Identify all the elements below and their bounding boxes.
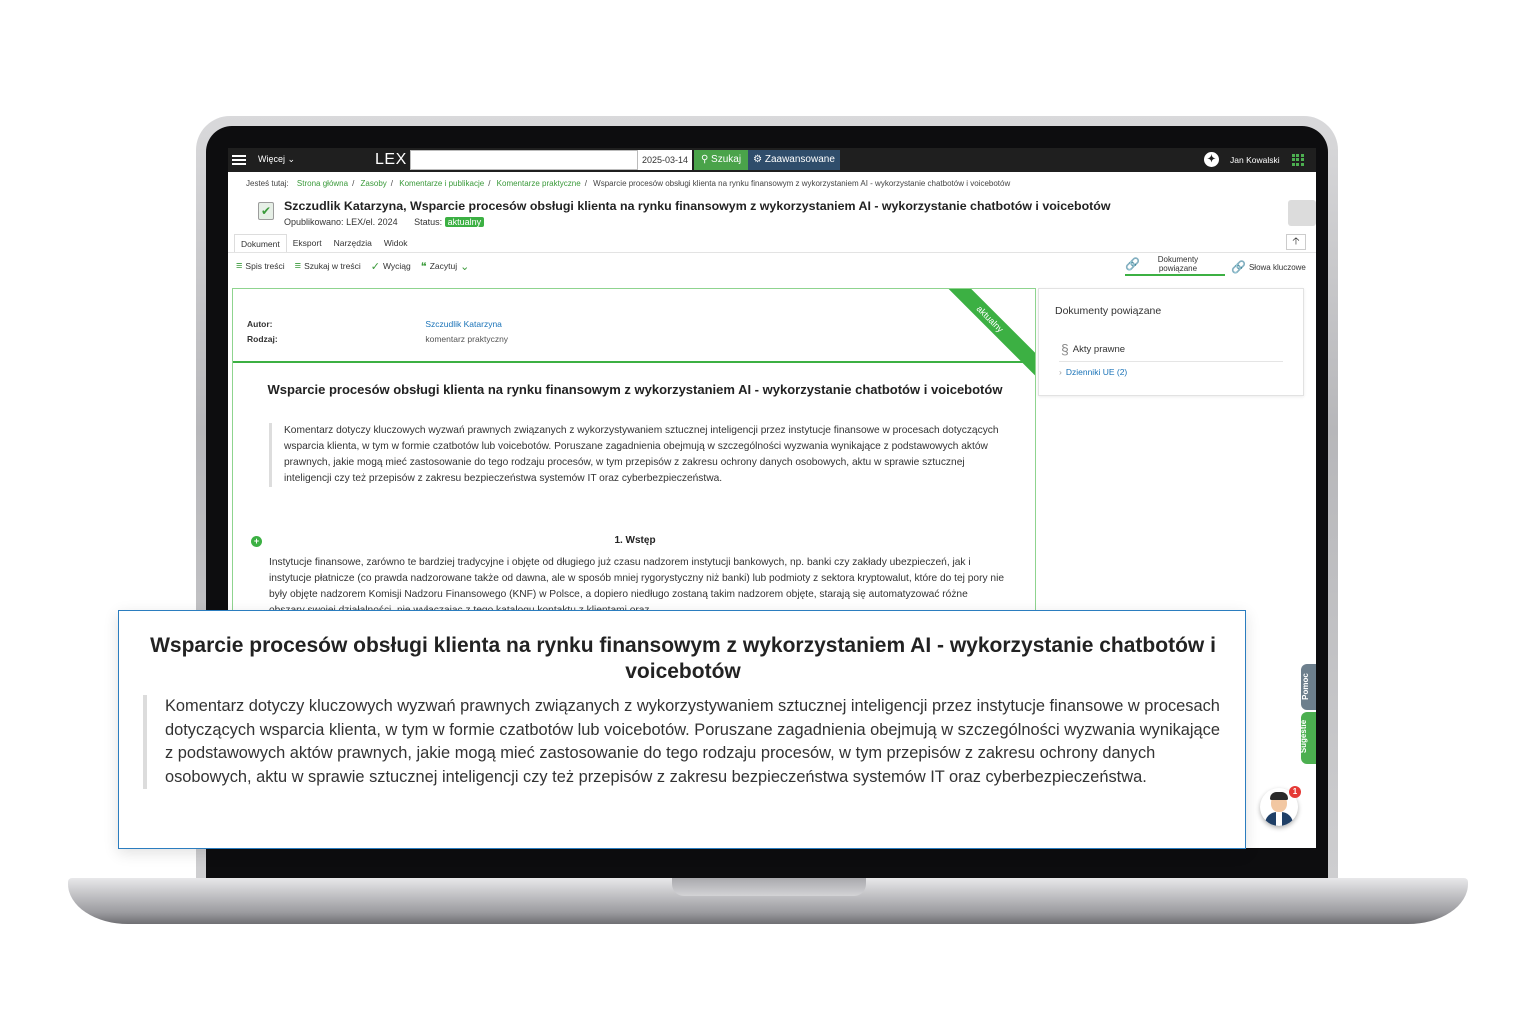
document-toolbar: ≡ Spis treści ≡ Szukaj w treści ✓ Wyciąg ❝ Z… — [236, 256, 469, 276]
callout-title: Wsparcie procesów obsługi klienta na ryn… — [150, 634, 1216, 683]
legal-acts-label: Akty prawne — [1072, 343, 1126, 355]
extract-icon: ✓ — [370, 260, 380, 273]
search-text-icon: ≡ — [294, 260, 302, 272]
tab-dokument[interactable]: Dokument — [234, 234, 287, 252]
related-documents-panel: Dokumenty powiązane § Akty prawne › Dzien… — [1038, 288, 1304, 396]
date-field[interactable]: 2025-03-14 — [638, 150, 692, 170]
tab-widok[interactable]: Widok — [378, 234, 414, 252]
help-tab[interactable]: Pomoc — [1301, 664, 1316, 710]
document-meta: Opublikowano: LEX/el. 2024 Status: aktua… — [284, 217, 485, 227]
list-icon: ≡ — [236, 260, 243, 272]
breadcrumb-item[interactable]: Zasoby — [361, 179, 387, 188]
eu-journals-link[interactable]: › Dzienniki UE (2) — [1059, 367, 1127, 377]
search-in-content-button[interactable]: ≡ Szukaj w treści — [295, 260, 361, 272]
avatar-hair — [1270, 792, 1288, 800]
avatar-shirt — [1276, 812, 1282, 826]
document-tabs: Dokument Eksport Narzędzia Widok — [234, 234, 413, 252]
notification-badge: 1 — [1289, 786, 1301, 798]
link-icon: 🔗 — [1125, 257, 1140, 271]
legal-acts-group: § Akty prawne — [1061, 341, 1125, 357]
search-button[interactable]: ⚲ Szukaj — [694, 150, 748, 170]
divider — [233, 361, 1035, 363]
callout-abstract: Komentarz dotyczy kluczowych wyzwań praw… — [143, 695, 1223, 790]
extract-button[interactable]: ✓ Wyciąg — [371, 260, 411, 273]
laptop-mockup: Więcej ⌄ LEX 2025-03-14 ⚲ Szukaj ⚙ Zaawa… — [0, 0, 1536, 1024]
published-value: LEX/el. 2024 — [346, 217, 398, 227]
author-label: Autor: — [247, 319, 273, 329]
link-icon: 🔗 — [1231, 260, 1246, 274]
breadcrumb-current: Wsparcie procesów obsługi klienta na ryn… — [593, 179, 1011, 188]
gears-icon: ⚙ — [753, 154, 763, 165]
extract-label: Wyciąg — [382, 261, 411, 271]
suggestions-tab-label: Sugestie — [1299, 719, 1309, 754]
breadcrumb-item[interactable]: Komentarze i publikacje — [399, 179, 484, 188]
eu-journals-label: Dzienniki UE (2) — [1065, 367, 1128, 377]
search-icon: ⚲ — [700, 154, 709, 165]
suggestions-tab[interactable]: Sugestie — [1299, 712, 1316, 764]
breadcrumb-prefix: Jesteś tutaj: — [246, 179, 289, 188]
document-check-icon: ✔ — [258, 202, 274, 220]
kind-value: komentarz praktyczny — [425, 334, 509, 344]
advanced-search-label: Zaawansowane — [764, 154, 835, 165]
quote-button[interactable]: ❝ Zacytuj ⌄ — [421, 260, 470, 273]
tab-eksport[interactable]: Eksport — [287, 234, 328, 252]
toc-button[interactable]: ≡ Spis treści — [236, 260, 285, 272]
accessibility-icon[interactable]: ✦ — [1204, 152, 1219, 167]
advanced-search-button[interactable]: ⚙ Zaawansowane — [748, 150, 840, 170]
related-documents-label: Dokumenty powiązane — [1157, 255, 1199, 273]
quote-icon: ❝ — [420, 260, 427, 273]
laptop-notch — [672, 878, 866, 896]
lex-logo[interactable]: LEX — [375, 151, 407, 169]
keywords-button[interactable]: 🔗 Słowa kluczowe — [1231, 260, 1306, 274]
scroll-up-icon[interactable]: 🡡 — [1286, 234, 1306, 250]
status-ribbon: aktualny — [931, 289, 1035, 378]
author-link[interactable]: Szczudlik Katarzyna — [425, 319, 502, 329]
breadcrumb: Jesteś tutaj: Strona główna / Zasoby / Kom… — [246, 179, 1011, 188]
hamburger-menu-icon[interactable] — [232, 153, 246, 167]
right-toolbar: 🔗 Dokumenty powiązane 🔗 Słowa kluczowe — [1121, 252, 1316, 278]
status-badge: aktualny — [444, 217, 485, 227]
help-tab-label: Pomoc — [1300, 673, 1310, 700]
user-name[interactable]: Jan Kowalski — [1230, 155, 1280, 165]
chevron-right-icon: › — [1059, 367, 1062, 377]
kind-row: Rodzaj: komentarz praktyczny — [247, 334, 508, 344]
chevron-down-icon: ⌄ — [460, 260, 470, 273]
published-label: Opublikowano: — [284, 217, 344, 227]
author-row: Autor: Szczudlik Katarzyna — [247, 319, 502, 329]
related-panel-title: Dokumenty powiązane — [1055, 305, 1162, 317]
divider — [1059, 361, 1283, 362]
document-header-title: Szczudlik Katarzyna, Wsparcie procesów o… — [284, 199, 1111, 213]
tab-narzedzia[interactable]: Narzędzia — [328, 234, 378, 252]
article-title: Wsparcie procesów obsługi klienta na ryn… — [267, 382, 1003, 397]
toc-label: Spis treści — [245, 261, 285, 271]
top-navigation-bar: Więcej ⌄ LEX 2025-03-14 ⚲ Szukaj ⚙ Zaawa… — [228, 148, 1316, 172]
article-abstract: Komentarz dotyczy kluczowych wyzwań praw… — [269, 423, 1005, 487]
search-button-label: Szukaj — [711, 154, 742, 165]
related-documents-button[interactable]: 🔗 Dokumenty powiązane — [1125, 254, 1225, 276]
breadcrumb-item[interactable]: Komentarze praktyczne — [497, 179, 581, 188]
kind-label: Rodzaj: — [247, 334, 278, 344]
status-label: Status: — [414, 217, 443, 227]
search-in-content-label: Szukaj w treści — [304, 261, 361, 271]
search-input[interactable] — [410, 150, 638, 170]
folder-icon[interactable] — [1288, 200, 1316, 226]
quote-label: Zacytuj — [429, 261, 458, 271]
section-heading: 1. Wstęp — [614, 535, 656, 546]
apps-grid-icon[interactable] — [1292, 154, 1304, 166]
paragraph-icon: § — [1061, 341, 1069, 357]
more-menu-button[interactable]: Więcej ⌄ — [258, 154, 295, 165]
zoom-callout: Wsparcie procesów obsługi klienta na ryn… — [118, 610, 1246, 849]
breadcrumb-item[interactable]: Strona główna — [297, 179, 348, 188]
keywords-label: Słowa kluczowe — [1248, 262, 1306, 272]
